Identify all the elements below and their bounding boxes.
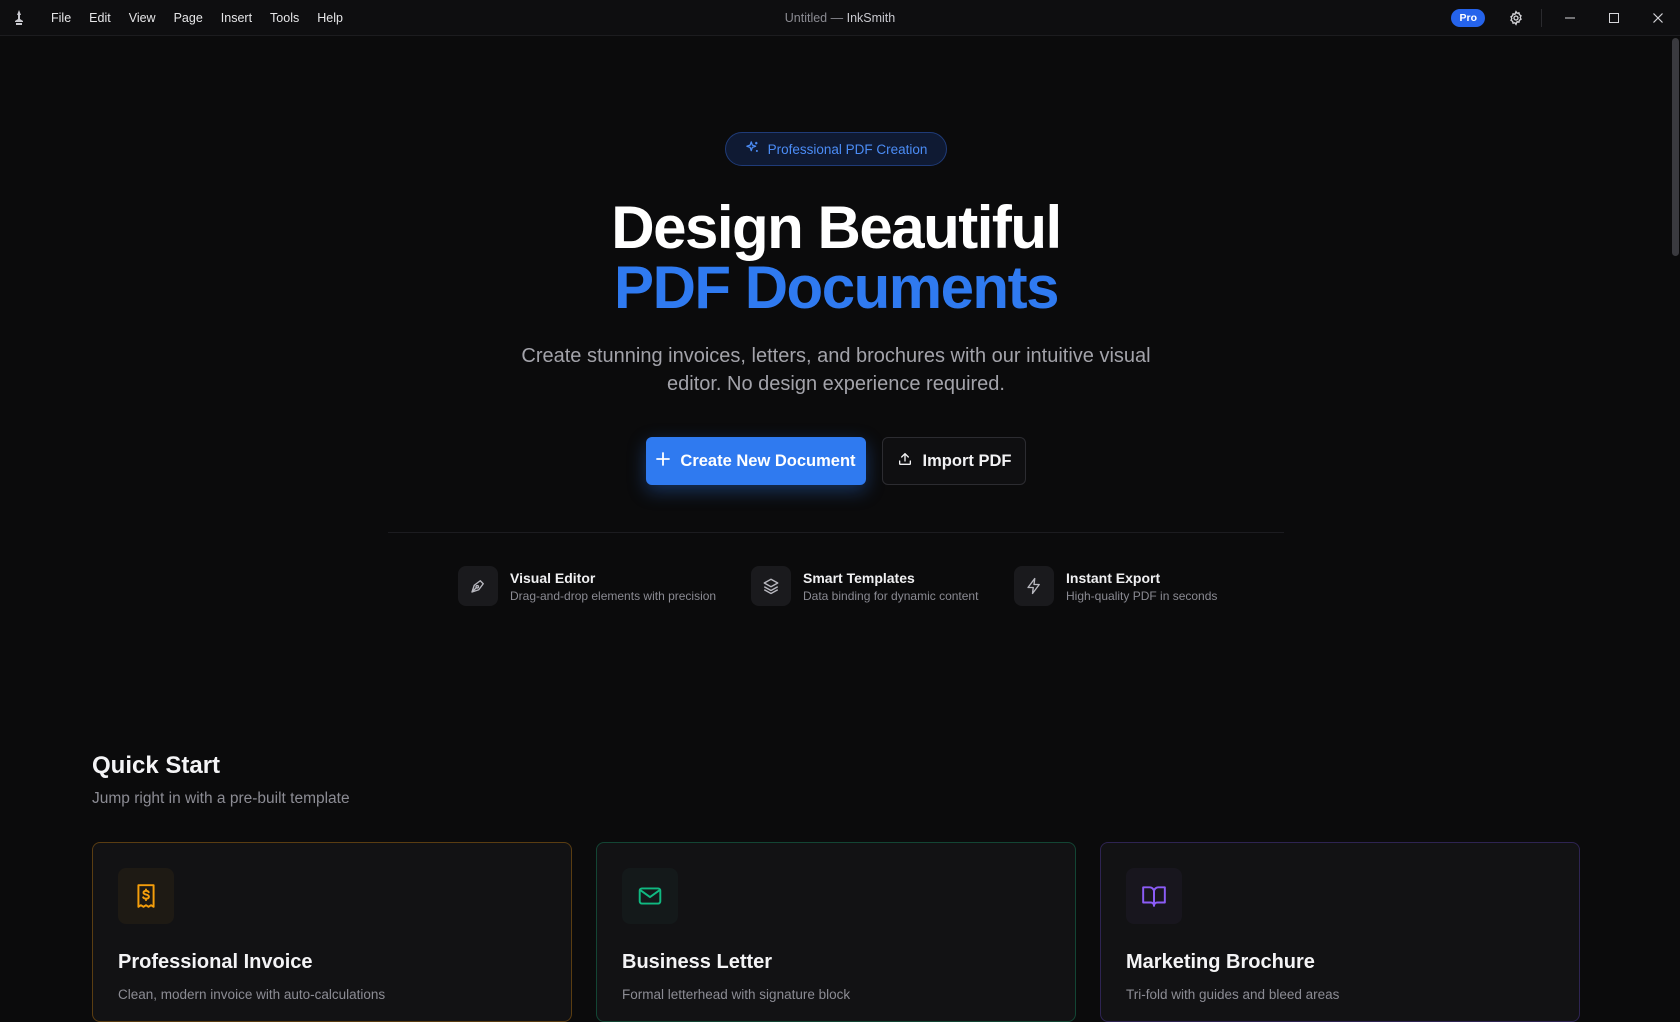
hero-subtitle: Create stunning invoices, letters, and b… xyxy=(521,345,1151,395)
feature-title: Instant Export xyxy=(1066,569,1161,586)
quick-start-title: Quick Start xyxy=(92,752,221,779)
feature-title: Smart Templates xyxy=(803,569,915,586)
app-logo-icon xyxy=(0,0,38,36)
book-open-icon xyxy=(1126,868,1182,924)
card-title: Professional Invoice xyxy=(118,951,313,973)
menu-file[interactable]: File xyxy=(42,0,80,36)
pen-tool-icon xyxy=(458,566,498,606)
template-card-letter[interactable]: Business Letter Formal letterhead with s… xyxy=(596,842,1076,1022)
feature-instant-export: Instant Export High-quality PDF in secon… xyxy=(1014,566,1217,606)
menu-edit[interactable]: Edit xyxy=(80,0,120,36)
maximize-button[interactable] xyxy=(1592,0,1636,36)
sparkles-icon xyxy=(745,140,760,158)
layers-icon xyxy=(751,566,791,606)
card-title: Marketing Brochure xyxy=(1126,951,1315,973)
mail-icon xyxy=(622,868,678,924)
upload-icon xyxy=(897,451,913,472)
import-pdf-label: Import PDF xyxy=(922,451,1012,470)
feature-description: Drag-and-drop elements with precision xyxy=(510,588,717,603)
template-card-brochure[interactable]: Marketing Brochure Tri-fold with guides … xyxy=(1100,842,1580,1022)
app-name: InkSmith xyxy=(846,11,896,25)
menu-view[interactable]: View xyxy=(120,0,165,36)
close-button[interactable] xyxy=(1636,0,1680,36)
feature-title: Visual Editor xyxy=(510,569,596,586)
scrollbar-thumb[interactable] xyxy=(1672,38,1679,256)
menu-page[interactable]: Page xyxy=(165,0,212,36)
hero-divider xyxy=(388,532,1284,533)
create-new-document-button[interactable]: Create New Document xyxy=(646,437,866,485)
title-separator: — xyxy=(827,11,847,25)
menu-tools[interactable]: Tools xyxy=(261,0,308,36)
feature-smart-templates: Smart Templates Data binding for dynamic… xyxy=(751,566,978,606)
template-card-invoice[interactable]: Professional Invoice Clean, modern invoi… xyxy=(92,842,572,1022)
quick-start-subtitle: Jump right in with a pre-built template xyxy=(92,790,350,807)
minimize-button[interactable] xyxy=(1548,0,1592,36)
card-title: Business Letter xyxy=(622,951,773,973)
hero-badge: Professional PDF Creation xyxy=(725,132,947,166)
feature-description: High-quality PDF in seconds xyxy=(1066,588,1218,603)
hero-title-highlight: PDF Documents xyxy=(614,254,1059,321)
feature-description: Data binding for dynamic content xyxy=(803,588,979,603)
receipt-icon xyxy=(118,868,174,924)
title-bar: File Edit View Page Insert Tools Help Un… xyxy=(0,0,1680,36)
hero-title: Design Beautiful xyxy=(611,194,1062,261)
menu-help[interactable]: Help xyxy=(308,0,352,36)
menu-bar: File Edit View Page Insert Tools Help xyxy=(42,0,352,36)
import-pdf-button[interactable]: Import PDF xyxy=(882,437,1026,485)
gear-icon[interactable] xyxy=(1501,0,1531,36)
lightning-icon xyxy=(1014,566,1054,606)
document-name: Untitled xyxy=(784,11,828,25)
menu-insert[interactable]: Insert xyxy=(212,0,261,36)
pro-badge[interactable]: Pro xyxy=(1451,9,1485,27)
hero-badge-label: Professional PDF Creation xyxy=(767,141,928,157)
create-new-document-label: Create New Document xyxy=(680,451,856,470)
feature-visual-editor: Visual Editor Drag-and-drop elements wit… xyxy=(458,566,716,606)
plus-icon xyxy=(656,451,671,471)
titlebar-divider xyxy=(1541,9,1542,27)
feature-list: Visual Editor Drag-and-drop elements wit… xyxy=(0,566,1672,616)
